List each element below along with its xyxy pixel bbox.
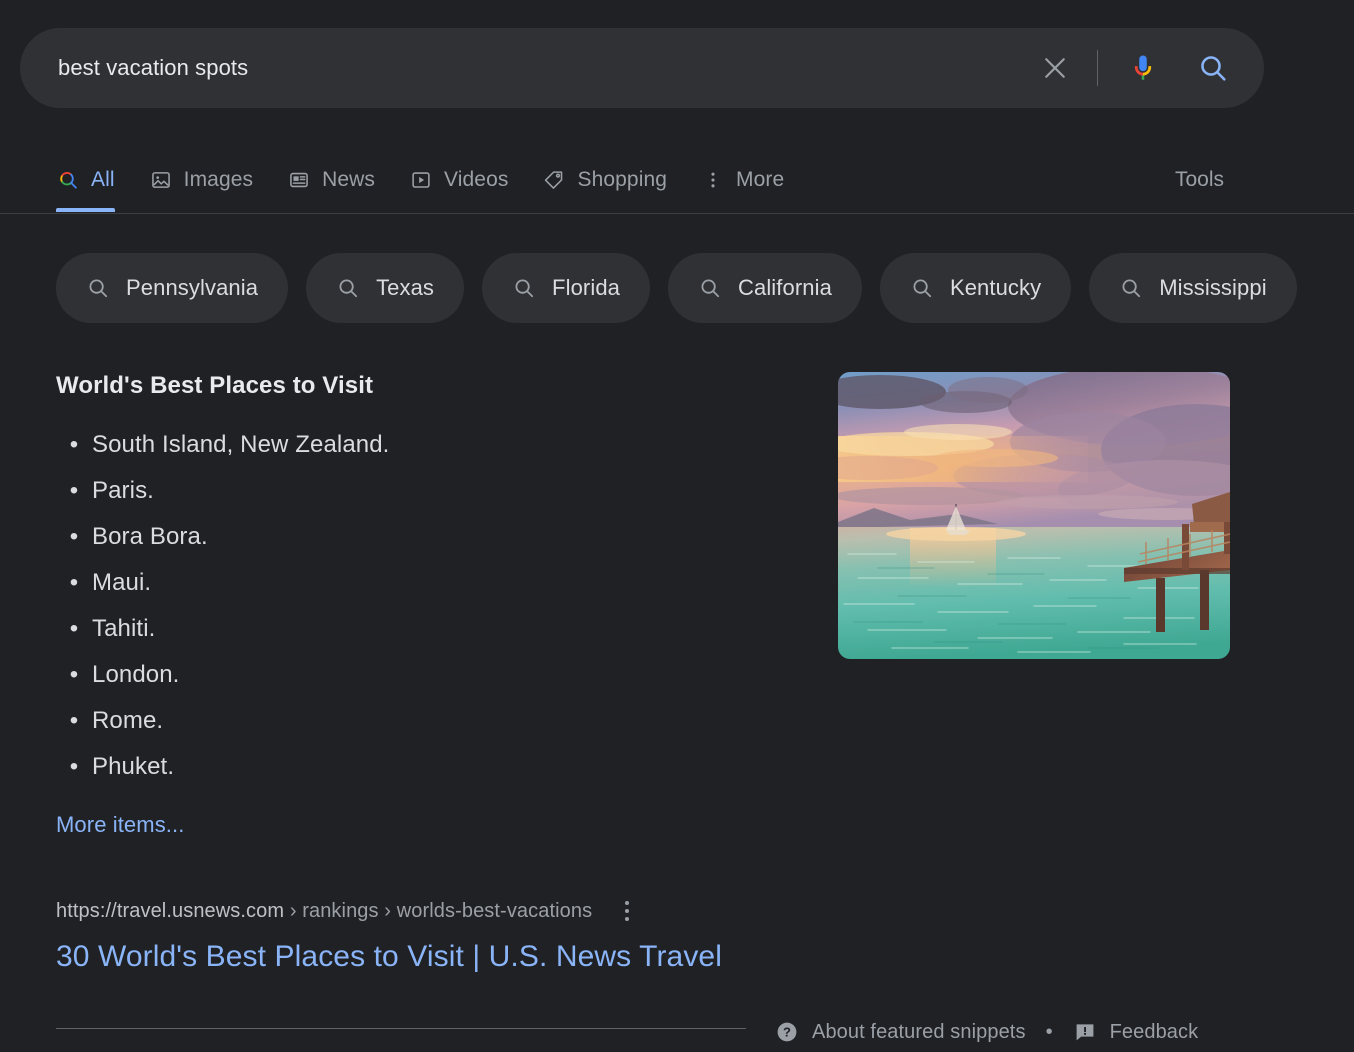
help-circle-icon: ? [775,1020,799,1044]
list-item: • South Island, New Zealand. [56,422,816,468]
search-icon [86,276,110,300]
snippet-list: • South Island, New Zealand. • Paris. • … [56,422,816,790]
result-url-row: https://travel.usnews.com › rankings › w… [56,898,856,924]
more-vertical-icon [701,168,725,192]
chip-label: Mississippi [1159,275,1266,301]
search-icon [336,276,360,300]
list-item: • Phuket. [56,744,816,790]
kebab-dot [625,917,629,921]
more-vertical-icon[interactable] [614,898,640,924]
search-icon [1119,276,1143,300]
tab-images[interactable]: Images [149,148,253,212]
bullet-icon: • [56,698,92,744]
result-path: › rankings › worlds-best-vacations [284,900,592,922]
search-icon [698,276,722,300]
bullet-icon: • [56,422,92,468]
list-item-label: London. [92,652,179,698]
related-search-chips: Pennsylvania Texas Florida California [56,253,1297,323]
svg-text:?: ? [783,1025,791,1040]
search-bar[interactable] [20,28,1264,108]
footer-separator: • [1046,1021,1053,1044]
result-domain: https://travel.usnews.com [56,900,284,922]
chip-label: Kentucky [950,275,1041,301]
bullet-icon: • [56,468,92,514]
tab-label: Shopping [577,168,667,192]
tab-label: All [91,168,115,192]
google-search-icon [56,168,80,192]
featured-snippet: World's Best Places to Visit • South Isl… [56,372,816,838]
bullet-icon: • [56,606,92,652]
tab-news[interactable]: News [287,148,375,212]
tab-all[interactable]: All [56,148,115,212]
list-item: • Maui. [56,560,816,606]
news-icon [287,168,311,192]
list-item-label: Phuket. [92,744,174,790]
chip-label: California [738,275,832,301]
list-item-label: Paris. [92,468,154,514]
bullet-icon: • [56,560,92,606]
search-bar-divider [1097,50,1098,86]
result-title-link[interactable]: 30 World's Best Places to Visit | U.S. N… [56,940,856,974]
tab-label: News [322,168,375,192]
chip-texas[interactable]: Texas [306,253,464,323]
search-icon [910,276,934,300]
search-input[interactable] [58,55,1033,81]
tab-shopping[interactable]: Shopping [542,148,667,212]
more-items-link[interactable]: More items... [56,812,184,838]
snippet-divider [56,1028,746,1029]
list-item-label: Rome. [92,698,163,744]
list-item-label: Bora Bora. [92,514,208,560]
chip-mississippi[interactable]: Mississippi [1089,253,1296,323]
kebab-dot [625,901,629,905]
snippet-heading: World's Best Places to Visit [56,372,816,400]
about-label: About featured snippets [812,1021,1026,1044]
close-icon[interactable] [1033,46,1077,90]
search-tabs: All Images [56,148,818,212]
chip-california[interactable]: California [668,253,862,323]
feedback-link[interactable]: Feedback [1073,1020,1199,1044]
bullet-icon: • [56,514,92,560]
list-item: • Tahiti. [56,606,816,652]
snippet-footer: ? About featured snippets • Feedback [775,1015,1198,1049]
list-item-label: Maui. [92,560,151,606]
tag-icon [542,168,566,192]
feedback-label: Feedback [1110,1021,1199,1044]
chip-label: Florida [552,275,620,301]
chip-pennsylvania[interactable]: Pennsylvania [56,253,288,323]
tab-videos[interactable]: Videos [409,148,508,212]
breadcrumb: https://travel.usnews.com › rankings › w… [56,900,592,923]
tab-label: Videos [444,168,508,192]
list-item-label: South Island, New Zealand. [92,422,389,468]
list-item: • Paris. [56,468,816,514]
snippet-thumbnail[interactable] [838,372,1230,659]
search-icon [512,276,536,300]
tab-label: More [736,168,784,192]
active-tab-underline [56,208,115,212]
tools-label: Tools [1175,168,1224,192]
search-result: https://travel.usnews.com › rankings › w… [56,898,856,974]
chip-label: Texas [376,275,434,301]
tools-button[interactable]: Tools [1175,148,1224,212]
bullet-icon: • [56,744,92,790]
feedback-icon [1073,1020,1097,1044]
about-featured-snippets-link[interactable]: ? About featured snippets [775,1020,1026,1044]
video-icon [409,168,433,192]
image-icon [149,168,173,192]
bullet-icon: • [56,652,92,698]
tab-more[interactable]: More [701,148,784,212]
list-item: • Rome. [56,698,816,744]
list-item-label: Tahiti. [92,606,155,652]
search-bar-container [20,28,1264,108]
microphone-icon[interactable] [1120,45,1166,91]
list-item: • Bora Bora. [56,514,816,560]
chip-florida[interactable]: Florida [482,253,650,323]
search-icon[interactable] [1190,45,1236,91]
navigation-bar: All Images [0,148,1354,214]
tropical-sunset-image [838,372,1230,659]
chip-label: Pennsylvania [126,275,258,301]
tab-label: Images [184,168,253,192]
chip-kentucky[interactable]: Kentucky [880,253,1071,323]
list-item: • London. [56,652,816,698]
kebab-dot [625,909,629,913]
